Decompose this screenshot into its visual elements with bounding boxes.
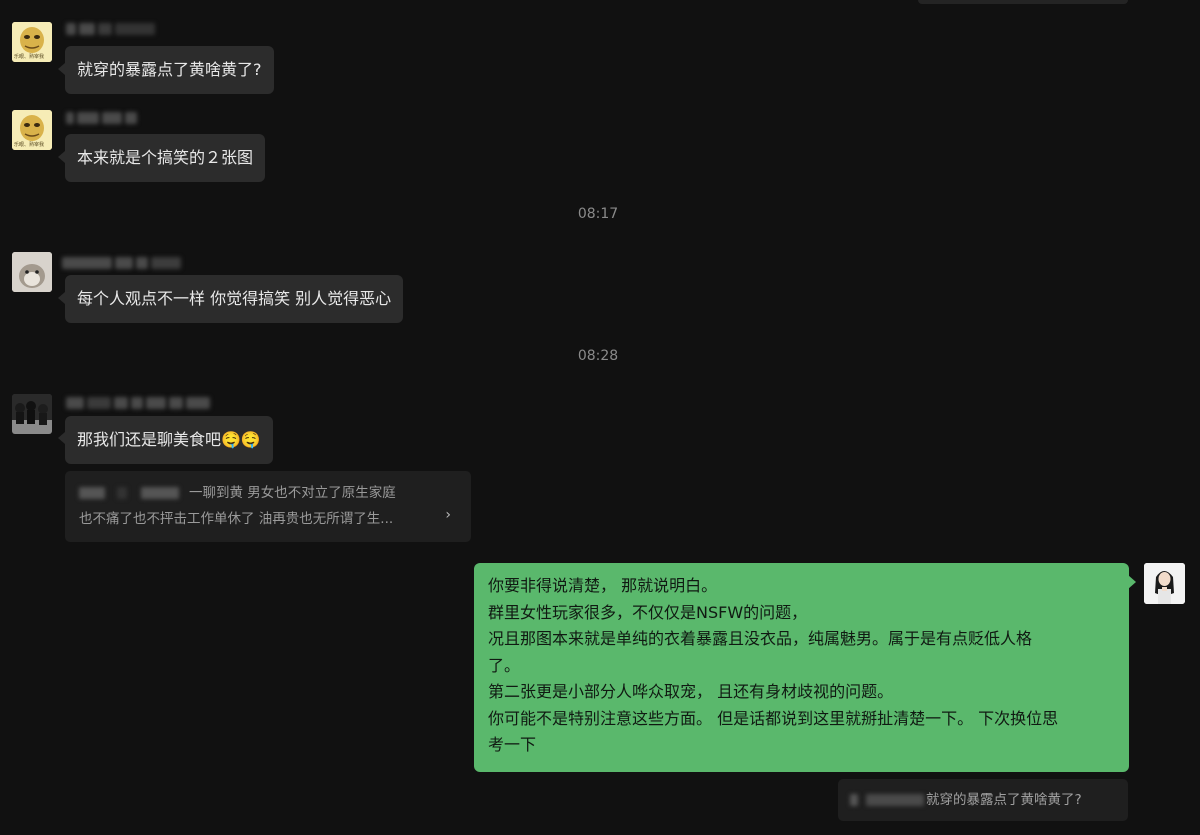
self-message-line: 况且那图本来就是单纯的衣着暴露且没衣品，纯属魅男。属于是有点贬低人格 [488,629,1033,648]
message-bubble[interactable]: 就穿的暴露点了黄啥黄了? [65,46,274,94]
girl-portrait-icon [1144,563,1185,604]
message-bubble[interactable]: 每个人观点不一样 你觉得搞笑 别人觉得恶心 [65,275,404,323]
self-message-line: 你可能不是特别注意这些方面。 但是话都说到这里就掰扯清楚一下。 下次换位思 [488,708,1059,728]
avatar[interactable]: 乐眼、熟宰我 [12,110,52,150]
message-bubble[interactable]: 本来就是个搞笑的２张图 [65,134,266,182]
message-text: 那我们还是聊美食吧🤤🤤 [77,430,261,449]
group-photo-icon [12,394,52,434]
bubble-tail [58,151,65,163]
quote-text-line-2: 也不痛了也不抨击工作单休了 油再贵也无所谓了生... [79,511,394,527]
redacted-name [866,794,924,806]
redacted-name [79,487,105,499]
chevron-right-icon[interactable]: › [445,502,451,528]
redacted-name [141,487,179,499]
redacted-name [117,487,127,499]
bubble-tail [1128,575,1136,589]
quoted-message[interactable]: 一聊到黄 男女也不对立了原生家庭 也不痛了也不抨击工作单休了 油再贵也无所谓了生… [65,471,471,542]
self-message-line: 考一下 [488,735,537,754]
redacted-name [850,794,858,806]
timestamp: 08:17 [577,206,619,222]
avatar[interactable]: 乐眼、熟宰我 [12,22,52,62]
avatar-caption: 乐眼、熟宰我 [14,142,45,148]
sender-name-redacted [66,111,137,125]
quote-line: 一聊到黄 男女也不对立了原生家庭 [79,480,457,506]
quote-text-line-1: 一聊到黄 男女也不对立了原生家庭 [189,485,396,501]
sender-name-redacted [66,396,210,410]
self-message-bubble[interactable]: 你要非得说清楚， 那就说明白。 群里女性玩家很多，不仅仅是NSFW的问题， 况且… [474,563,1129,772]
self-message-line: 你要非得说清楚， 那就说明白。 [488,576,718,595]
sender-name-redacted [66,22,155,36]
self-message-line: 群里女性玩家很多，不仅仅是NSFW的问题， [488,602,808,622]
message-text: 每个人观点不一样 你觉得搞笑 别人觉得恶心 [77,289,392,308]
avatar[interactable] [12,394,52,434]
self-quoted-message[interactable]: 就穿的暴露点了黄啥黄了? [838,779,1128,821]
avatar[interactable] [12,252,52,292]
chat-window: 乐眼、熟宰我 就穿的暴露点了黄啥黄了? 乐眼、熟宰我 本来就是个搞笑的２张图 0… [0,0,1200,835]
self-quote-text: 就穿的暴露点了黄啥黄了? [926,792,1082,808]
previous-message-fragment [918,0,1128,4]
quote-line: 也不痛了也不抨击工作单休了 油再贵也无所谓了生... [79,506,457,532]
timestamp: 08:28 [577,348,619,364]
bubble-tail [58,292,65,304]
avatar-caption: 乐眼、熟宰我 [14,54,45,60]
bubble-tail [58,63,65,75]
sender-name-redacted [62,256,181,270]
self-message-line: 了。 [488,655,521,675]
self-avatar[interactable] [1144,563,1185,604]
self-message-line: 第二张更是小部分人哗众取宠， 且还有身材歧视的问题。 [488,682,894,701]
message-text: 本来就是个搞笑的２张图 [77,148,254,167]
bubble-tail [58,432,65,444]
message-text: 就穿的暴露点了黄啥黄了? [77,60,262,79]
message-bubble[interactable]: 那我们还是聊美食吧🤤🤤 [65,416,273,464]
hamster-icon [12,252,52,292]
